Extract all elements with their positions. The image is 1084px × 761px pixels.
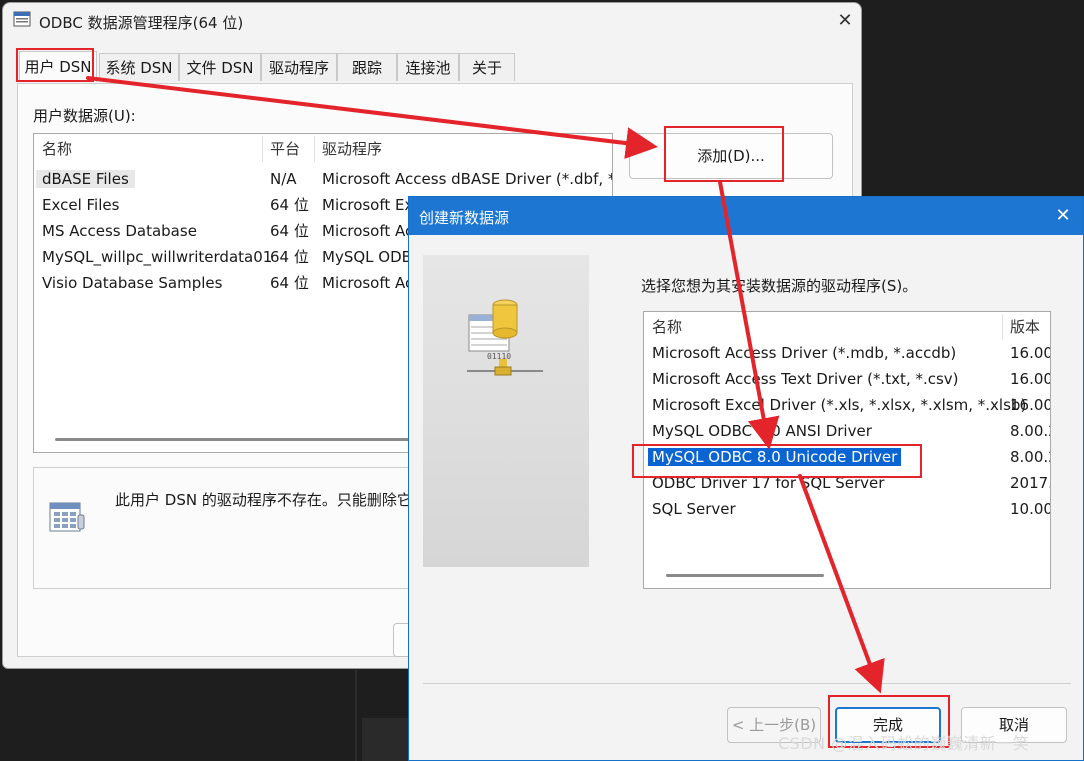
annotation-arrows (86, 76, 885, 694)
arrow-driver-to-finish (798, 474, 885, 694)
watermark-text: CSDN @混入码蚣的巍巍清新一笑 (778, 734, 1030, 753)
arrow-add-to-driver (718, 180, 780, 450)
arrow-tab-to-add (86, 76, 658, 160)
